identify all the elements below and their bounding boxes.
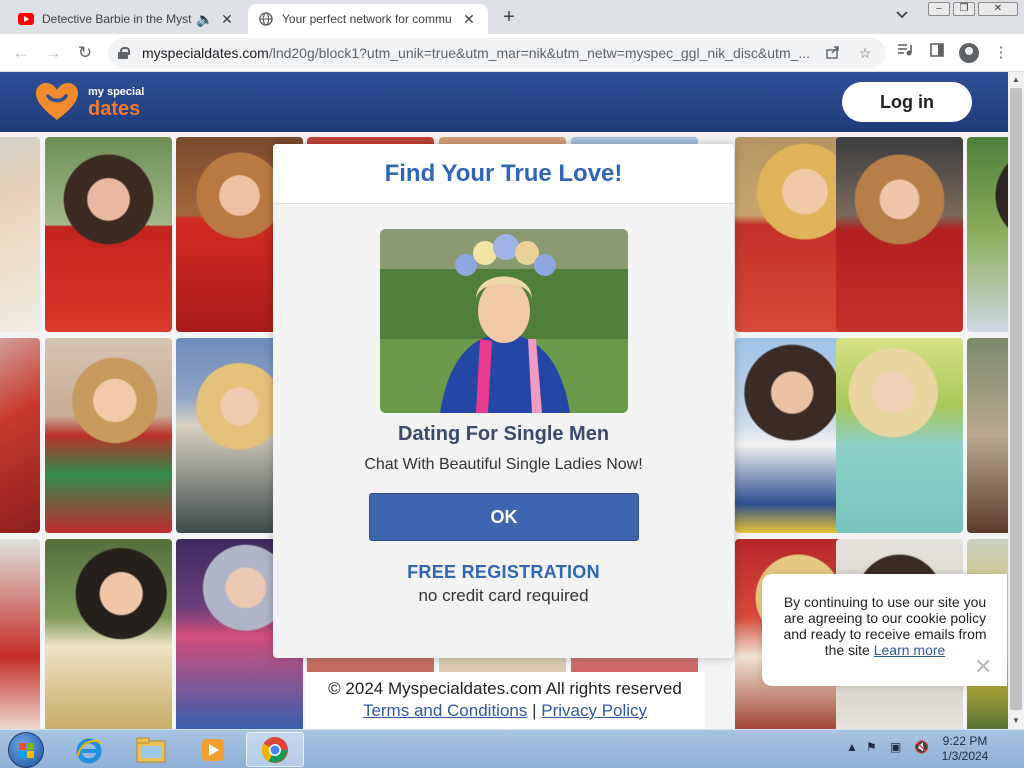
learn-more-link[interactable]: Learn more: [874, 642, 946, 658]
signup-modal: Find Your True Love! Dating For Single M…: [273, 144, 734, 658]
chrome-icon[interactable]: [246, 732, 304, 767]
internet-explorer-icon[interactable]: [60, 732, 118, 767]
copyright-text: © 2024 Myspecialdates.com All rights res…: [328, 679, 682, 698]
page-viewport: my special dates Log in Find Your True L…: [0, 72, 1008, 729]
profile-photo[interactable]: [0, 539, 40, 729]
action-center-icon[interactable]: ⚑: [866, 740, 877, 754]
windows-taskbar: ▲ ⚑ ▣ 🔇 9:22 PM 1/3/2024: [0, 729, 1024, 768]
site-header: my special dates Log in: [0, 72, 1008, 132]
site-footer: © 2024 Myspecialdates.com All rights res…: [305, 672, 705, 729]
tab-strip: Detective Barbie in the Myst 🔈 ✕ Your pe…: [0, 0, 1024, 34]
address-bar[interactable]: myspecialdates.com/lnd20g/block1?utm_uni…: [108, 38, 886, 68]
free-registration-text: FREE REGISTRATION: [407, 562, 600, 582]
login-button[interactable]: Log in: [842, 82, 972, 122]
url-text[interactable]: myspecialdates.com/lnd20g/block1?utm_uni…: [142, 45, 812, 61]
logo-text-big: dates: [88, 98, 141, 120]
close-icon[interactable]: ✕: [974, 654, 992, 680]
profile-photo[interactable]: [967, 338, 1008, 533]
menu-icon[interactable]: ⋮: [990, 42, 1012, 64]
logo-text-small: my special: [88, 86, 145, 98]
profile-photo[interactable]: [836, 137, 963, 332]
browser-toolbar: ← → ↻ myspecialdates.com/lnd20g/block1?u…: [0, 34, 1024, 72]
profile-photo[interactable]: [45, 539, 172, 729]
profile-photo[interactable]: [0, 137, 40, 332]
featured-profile-photo: [380, 229, 628, 413]
tab-myspecialdates[interactable]: Your perfect network for commu ✕: [248, 4, 488, 34]
modal-heading: Dating For Single Men: [397, 423, 610, 445]
clock-time: 9:22 PM: [942, 734, 988, 748]
sidepanel-icon[interactable]: [926, 42, 948, 64]
footer-links: Terms and Conditions | Privacy Policy: [305, 701, 705, 721]
windows-logo-icon: [19, 743, 34, 758]
globe-icon: [258, 11, 274, 27]
forward-icon[interactable]: →: [42, 42, 64, 64]
back-icon[interactable]: ←: [10, 42, 32, 64]
no-credit-card-text: no credit card required: [418, 586, 589, 605]
media-player-icon[interactable]: [184, 732, 242, 767]
new-tab-button[interactable]: +: [498, 6, 520, 29]
profile-photo[interactable]: [0, 338, 40, 533]
cookie-text: By continuing to use our site you are ag…: [783, 594, 987, 658]
start-button[interactable]: [8, 732, 44, 768]
modal-subheading: Chat With Beautiful Single Ladies Now!: [364, 456, 643, 473]
lock-icon[interactable]: [118, 47, 130, 59]
clock-date: 1/3/2024: [941, 749, 989, 763]
star-icon[interactable]: ☆: [854, 45, 876, 62]
tab-title: Your perfect network for commu: [282, 12, 452, 26]
profile-photo[interactable]: [967, 137, 1008, 332]
restore-button[interactable]: ❐: [953, 2, 975, 16]
tab-title: Detective Barbie in the Myst: [42, 12, 192, 26]
scroll-thumb[interactable]: [1010, 88, 1022, 710]
tab-detective-barbie[interactable]: Detective Barbie in the Myst 🔈 ✕: [8, 4, 246, 34]
system-clock[interactable]: 9:22 PM 1/3/2024: [935, 734, 995, 764]
network-icon[interactable]: ▣: [890, 740, 901, 754]
file-explorer-icon[interactable]: [122, 732, 180, 767]
media-icon[interactable]: [894, 42, 916, 64]
profile-photo[interactable]: [836, 338, 963, 533]
close-tab-icon[interactable]: ✕: [218, 11, 236, 28]
volume-muted-icon[interactable]: 🔇: [914, 740, 929, 754]
modal-title: Find Your True Love!: [273, 144, 734, 204]
reload-icon[interactable]: ↻: [74, 42, 96, 64]
window-close-button[interactable]: ✕: [978, 2, 1018, 16]
ok-button[interactable]: OK: [369, 493, 639, 541]
privacy-link[interactable]: Privacy Policy: [541, 701, 647, 720]
profile-icon[interactable]: [958, 42, 980, 64]
minimize-button[interactable]: –: [928, 2, 950, 16]
footer-separator: |: [532, 701, 537, 720]
close-tab-icon[interactable]: ✕: [460, 11, 478, 28]
heart-logo-icon: [36, 83, 78, 120]
profile-photo[interactable]: [45, 338, 172, 533]
share-icon[interactable]: [822, 45, 844, 62]
show-hidden-icons-icon[interactable]: ▲: [846, 740, 858, 754]
scroll-up-icon[interactable]: ▲: [1008, 72, 1024, 88]
scroll-down-icon[interactable]: ▼: [1008, 713, 1024, 729]
tab-search-icon[interactable]: [896, 8, 908, 22]
youtube-icon: [18, 11, 34, 27]
cookie-banner: By continuing to use our site you are ag…: [762, 574, 1007, 686]
speaker-icon[interactable]: 🔈: [196, 11, 214, 28]
profile-photo[interactable]: [45, 137, 172, 332]
site-logo[interactable]: my special dates: [34, 82, 154, 122]
terms-link[interactable]: Terms and Conditions: [363, 701, 527, 720]
page-scrollbar[interactable]: ▲ ▼: [1008, 72, 1024, 729]
